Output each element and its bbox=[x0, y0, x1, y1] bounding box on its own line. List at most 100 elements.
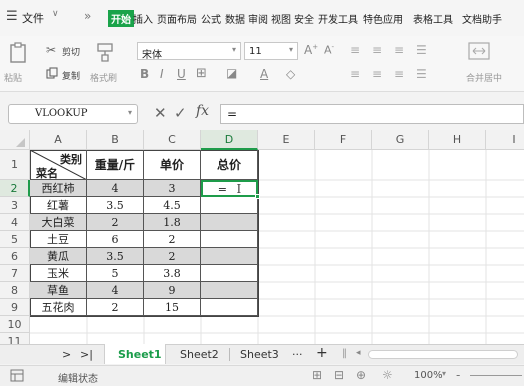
sheet-nav-last[interactable]: >| bbox=[80, 348, 93, 361]
cell-d5[interactable] bbox=[201, 231, 258, 248]
column-header-h[interactable]: H bbox=[429, 130, 486, 150]
zoom-level[interactable]: 100% bbox=[414, 370, 443, 381]
tab-security[interactable]: 安全 bbox=[294, 11, 314, 26]
cell-a4[interactable]: 大白菜 bbox=[30, 214, 87, 231]
tab-review[interactable]: 审阅 bbox=[248, 11, 268, 26]
font-name-select[interactable]: 宋体 ▾ bbox=[137, 42, 241, 61]
tab-page-layout[interactable]: 页面布局 bbox=[157, 11, 197, 26]
row-header-7[interactable]: 7 bbox=[0, 265, 30, 282]
chevron-down-icon[interactable]: ∨ bbox=[52, 9, 59, 19]
header-cell-total[interactable]: 总价 bbox=[201, 150, 258, 180]
row-header-8[interactable]: 8 bbox=[0, 282, 30, 299]
fill-handle[interactable] bbox=[255, 194, 260, 199]
tab-formula[interactable]: 公式 bbox=[201, 11, 221, 26]
align-top-icon[interactable]: ≡ bbox=[350, 43, 360, 57]
tab-sheet3[interactable]: Sheet3 bbox=[240, 348, 279, 361]
tab-data[interactable]: 数据 bbox=[225, 11, 245, 26]
fill-color-icon[interactable]: ◪ bbox=[226, 66, 237, 80]
merge-center-icon[interactable] bbox=[468, 42, 490, 60]
add-sheet-button[interactable]: + bbox=[316, 345, 328, 361]
align-left-icon[interactable]: ≡ bbox=[350, 67, 360, 81]
clear-format-icon[interactable]: ◇ bbox=[286, 67, 295, 81]
page-break-view-icon[interactable]: ⊕ bbox=[356, 368, 366, 382]
cell-a9[interactable]: 五花肉 bbox=[30, 299, 87, 316]
paste-icon[interactable] bbox=[8, 42, 28, 64]
column-header-f[interactable]: F bbox=[315, 130, 372, 150]
cell-c3[interactable]: 4.5 bbox=[144, 197, 201, 214]
cell-c4[interactable]: 1.8 bbox=[144, 214, 201, 231]
font-grow-icon[interactable]: A+ bbox=[304, 43, 318, 57]
more-menu-icon[interactable]: » bbox=[84, 9, 91, 23]
more-sheets-button[interactable]: ··· bbox=[292, 348, 303, 361]
sheet-nav-next[interactable]: > bbox=[62, 348, 71, 361]
copy-icon[interactable] bbox=[46, 67, 58, 79]
bold-icon[interactable]: B bbox=[140, 67, 149, 81]
tab-table-tools[interactable]: 表格工具 bbox=[413, 11, 453, 26]
row-header-2[interactable]: 2 bbox=[0, 180, 30, 197]
align-bottom-icon[interactable]: ≡ bbox=[394, 43, 404, 57]
paste-label[interactable]: 粘贴 bbox=[4, 71, 22, 84]
cell-c2[interactable]: 3 bbox=[144, 180, 201, 197]
cancel-formula-icon[interactable]: ✕ bbox=[154, 104, 167, 122]
cell-b7[interactable]: 5 bbox=[87, 265, 144, 282]
formula-input[interactable]: = bbox=[220, 104, 524, 124]
cell-c8[interactable]: 9 bbox=[144, 282, 201, 299]
file-menu[interactable]: 文件 bbox=[22, 10, 44, 26]
cell-b4[interactable]: 2 bbox=[87, 214, 144, 231]
cell-c7[interactable]: 3.8 bbox=[144, 265, 201, 282]
header-cell-category[interactable]: 类别 菜名 bbox=[30, 150, 87, 180]
tab-view[interactable]: 视图 bbox=[271, 11, 291, 26]
align-middle-icon[interactable]: ≡ bbox=[372, 43, 382, 57]
align-right-icon[interactable]: ≡ bbox=[394, 67, 404, 81]
row-header-9[interactable]: 9 bbox=[0, 299, 30, 316]
page-layout-view-icon[interactable]: ⊟ bbox=[334, 368, 344, 382]
align-center-icon[interactable]: ≡ bbox=[372, 67, 382, 81]
cell-b2[interactable]: 4 bbox=[87, 180, 144, 197]
column-header-a[interactable]: A bbox=[30, 130, 87, 150]
cell-b8[interactable]: 4 bbox=[87, 282, 144, 299]
cell-d3[interactable] bbox=[201, 197, 258, 214]
cell-d8[interactable] bbox=[201, 282, 258, 299]
row-header-6[interactable]: 6 bbox=[0, 248, 30, 265]
cell-b3[interactable]: 3.5 bbox=[87, 197, 144, 214]
row-header-5[interactable]: 5 bbox=[0, 231, 30, 248]
cell-c6[interactable]: 2 bbox=[144, 248, 201, 265]
cell-a8[interactable]: 草鱼 bbox=[30, 282, 87, 299]
zoom-slider[interactable] bbox=[470, 375, 522, 376]
cell-d9[interactable] bbox=[201, 299, 258, 316]
merge-center-label[interactable]: 合并居中 bbox=[466, 71, 502, 84]
cell-b9[interactable]: 2 bbox=[87, 299, 144, 316]
column-header-d[interactable]: D bbox=[201, 130, 258, 150]
font-shrink-icon[interactable]: A- bbox=[324, 43, 334, 57]
format-painter-label[interactable]: 格式刷 bbox=[90, 71, 117, 84]
confirm-formula-icon[interactable]: ✓ bbox=[174, 104, 187, 122]
active-cell-d2[interactable]: = I bbox=[201, 180, 258, 197]
normal-view-icon[interactable]: ⊞ bbox=[312, 368, 322, 382]
copy-button[interactable]: 复制 bbox=[62, 69, 80, 82]
column-header-i[interactable]: I bbox=[486, 130, 524, 150]
zoom-out-button[interactable]: - bbox=[456, 368, 460, 382]
cell-a5[interactable]: 土豆 bbox=[30, 231, 87, 248]
tab-insert[interactable]: 插入 bbox=[133, 11, 153, 26]
sheet-status-icon[interactable] bbox=[10, 369, 24, 382]
justify-icon[interactable]: ☰ bbox=[416, 67, 427, 81]
horizontal-scrollbar[interactable] bbox=[368, 350, 518, 359]
column-header-g[interactable]: G bbox=[372, 130, 429, 150]
chevron-down-icon[interactable]: ▾ bbox=[128, 108, 132, 117]
cell-a7[interactable]: 玉米 bbox=[30, 265, 87, 282]
header-cell-price[interactable]: 单价 bbox=[144, 150, 201, 180]
column-header-b[interactable]: B bbox=[87, 130, 144, 150]
select-all-corner[interactable] bbox=[0, 130, 30, 150]
format-painter-icon[interactable] bbox=[96, 42, 114, 62]
cell-a2[interactable]: 西红柿 bbox=[30, 180, 87, 197]
tab-sheet1[interactable]: Sheet1 bbox=[118, 348, 162, 361]
cell-b5[interactable]: 6 bbox=[87, 231, 144, 248]
font-size-select[interactable]: 11 ▾ bbox=[244, 42, 298, 60]
cut-button[interactable]: 剪切 bbox=[62, 45, 80, 58]
cell-d6[interactable] bbox=[201, 248, 258, 265]
cell-c5[interactable]: 2 bbox=[144, 231, 201, 248]
cell-b6[interactable]: 3.5 bbox=[87, 248, 144, 265]
cell-a6[interactable]: 黄瓜 bbox=[30, 248, 87, 265]
header-cell-weight[interactable]: 重量/斤 bbox=[87, 150, 144, 180]
font-color-icon[interactable]: A bbox=[260, 67, 268, 81]
